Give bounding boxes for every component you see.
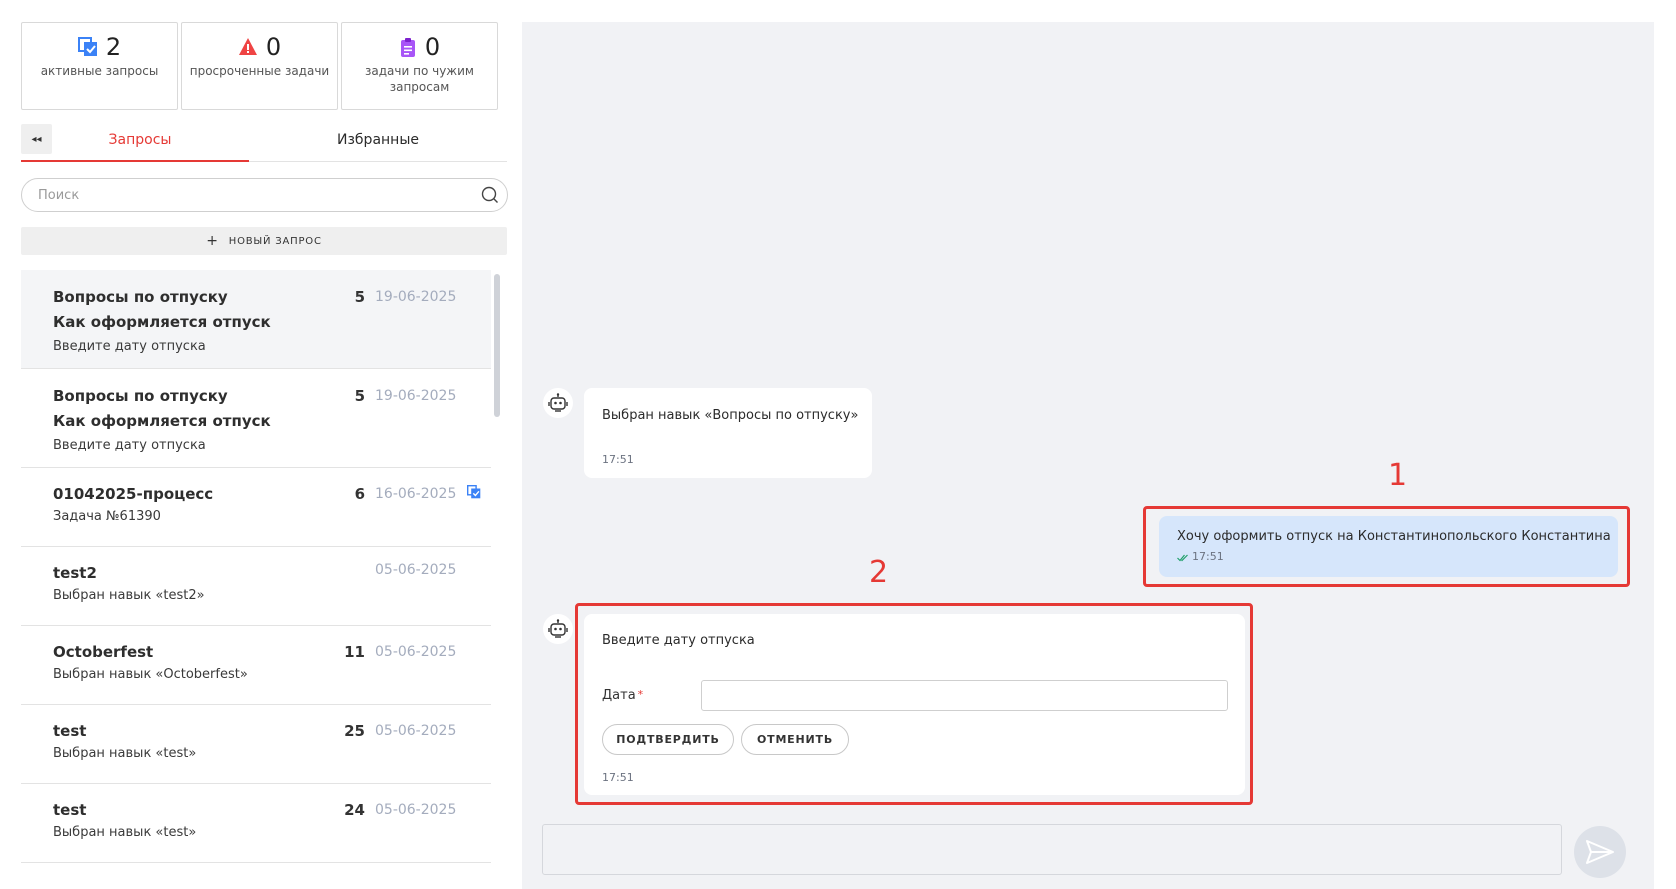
item-count: 24	[344, 801, 365, 819]
double-check-icon	[1177, 554, 1188, 562]
item-count: 5	[354, 387, 365, 405]
date-label-text: Дата	[602, 688, 636, 703]
item-title: test	[53, 722, 87, 740]
stat-foreign-tasks[interactable]: 0 задачи по чужим запросам	[341, 22, 498, 110]
warning-icon	[238, 38, 257, 55]
cancel-button[interactable]: ОТМЕНИТЬ	[741, 724, 849, 755]
confirm-label: ПОДТВЕРДИТЬ	[616, 733, 720, 746]
search-icon[interactable]	[481, 186, 499, 204]
item-date: 05-06-2025	[375, 562, 457, 578]
item-count: 25	[344, 722, 365, 740]
item-date: 05-06-2025	[375, 644, 457, 660]
cancel-label: ОТМЕНИТЬ	[756, 733, 833, 746]
bot-message: Выбран навык «Вопросы по отпуску» 17:51	[584, 388, 872, 478]
plus-icon: +	[206, 233, 219, 249]
stat-overdue-tasks[interactable]: 0 просроченные задачи	[181, 22, 338, 110]
new-request-button[interactable]: + НОВЫЙ ЗАПРОС	[21, 227, 507, 255]
bot-form-message: Введите дату отпуска Дата * ПОДТВЕРДИТЬ О…	[584, 614, 1245, 795]
requests-panel: 2 активные запросы 0 просроченные задачи…	[0, 0, 510, 889]
item-title: Octoberfest	[53, 643, 154, 661]
tab-favorites-label: Избранные	[337, 132, 419, 148]
request-list-item[interactable]: Octoberfest Выбран навык «Octoberfest» 1…	[21, 626, 491, 705]
stat-label: просроченные задачи	[189, 64, 330, 78]
collapse-panel-button[interactable]: ◂◂	[21, 124, 52, 154]
stat-value: 0	[265, 33, 282, 61]
item-title: 01042025-процесс	[53, 485, 214, 503]
item-title: test2	[53, 564, 97, 582]
robot-icon	[548, 619, 568, 638]
request-list-item[interactable]: 01042025-процесс Задача №61390 6 16-06-2…	[21, 468, 491, 547]
new-request-label: НОВЫЙ ЗАПРОС	[228, 235, 322, 247]
bot-avatar	[543, 388, 573, 418]
item-date: 16-06-2025	[375, 486, 457, 502]
message-time: 17:51	[602, 453, 634, 466]
stat-label: задачи по чужим запросам	[365, 64, 474, 94]
annotation-number: 1	[1388, 458, 1408, 493]
send-button[interactable]	[1574, 826, 1626, 878]
send-icon	[1586, 840, 1614, 864]
message-composer[interactable]	[542, 824, 1562, 875]
user-message: Хочу оформить отпуск на Константинопольс…	[1159, 516, 1618, 577]
request-list-item[interactable]: test Выбран навык «test» 25 05-06-2025	[21, 705, 491, 784]
item-count: 11	[344, 643, 365, 661]
annotation-number: 2	[869, 555, 889, 590]
required-mark: *	[637, 688, 644, 701]
search-input[interactable]	[38, 179, 458, 211]
item-title: test	[53, 801, 87, 819]
request-list: Вопросы по отпуску Как оформляется отпус…	[21, 270, 491, 889]
item-last-message: Введите дату отпуска	[53, 438, 206, 453]
item-date: 05-06-2025	[375, 802, 457, 818]
request-list-item[interactable]: Вопросы по отпуску Как оформляется отпус…	[21, 270, 491, 369]
item-last-message: Выбран навык «test»	[53, 746, 197, 761]
date-input[interactable]	[701, 680, 1228, 711]
item-date: 19-06-2025	[375, 289, 457, 305]
item-title: Вопросы по отпуску	[53, 387, 228, 405]
item-last-message: Выбран навык «test2»	[53, 588, 205, 603]
stat-value: 2	[105, 33, 122, 61]
stat-value: 0	[424, 33, 441, 61]
request-list-item[interactable]: Вопросы по отпуску Как оформляется отпус…	[21, 369, 491, 468]
date-field-label: Дата *	[602, 688, 643, 703]
item-date: 19-06-2025	[375, 388, 457, 404]
item-count: 6	[354, 485, 365, 503]
item-subtitle: Как оформляется отпуск	[53, 313, 271, 331]
clipboard-icon	[400, 38, 415, 57]
item-last-message: Выбран навык «Octoberfest»	[53, 667, 248, 682]
message-time: 17:51	[602, 771, 634, 784]
item-last-message: Введите дату отпуска	[53, 339, 206, 354]
requests-icon	[77, 37, 97, 56]
task-icon	[467, 485, 481, 499]
message-text: Хочу оформить отпуск на Константинопольс…	[1177, 529, 1611, 544]
stat-label: активные запросы	[40, 64, 159, 78]
confirm-button[interactable]: ПОДТВЕРДИТЬ	[602, 724, 734, 755]
request-list-item[interactable]: test2 Выбран навык «test2» 05-06-2025	[21, 547, 491, 626]
item-count: 5	[354, 288, 365, 306]
tab-bar: Запросы Избранные ◂◂	[21, 124, 507, 162]
item-title: Вопросы по отпуску	[53, 288, 228, 306]
message-text: Введите дату отпуска	[602, 633, 755, 648]
tab-favorites[interactable]: Избранные	[249, 124, 507, 162]
item-last-message: Задача №61390	[53, 509, 161, 524]
robot-icon	[548, 393, 568, 412]
tab-requests-label: Запросы	[108, 132, 172, 148]
list-scrollbar[interactable]	[494, 274, 500, 417]
message-time: 17:51	[1192, 550, 1224, 563]
double-chevron-left-icon: ◂◂	[31, 133, 42, 145]
item-subtitle: Как оформляется отпуск	[53, 412, 271, 430]
item-date: 05-06-2025	[375, 723, 457, 739]
tab-requests[interactable]: Запросы	[21, 124, 249, 162]
stat-active-requests[interactable]: 2 активные запросы	[21, 22, 178, 110]
search-box	[21, 178, 508, 212]
request-list-item[interactable]: test Выбран навык «test» 24 05-06-2025	[21, 784, 491, 863]
message-text: Выбран навык «Вопросы по отпуску»	[602, 408, 859, 423]
item-last-message: Выбран навык «test»	[53, 825, 197, 840]
bot-avatar	[543, 614, 573, 644]
